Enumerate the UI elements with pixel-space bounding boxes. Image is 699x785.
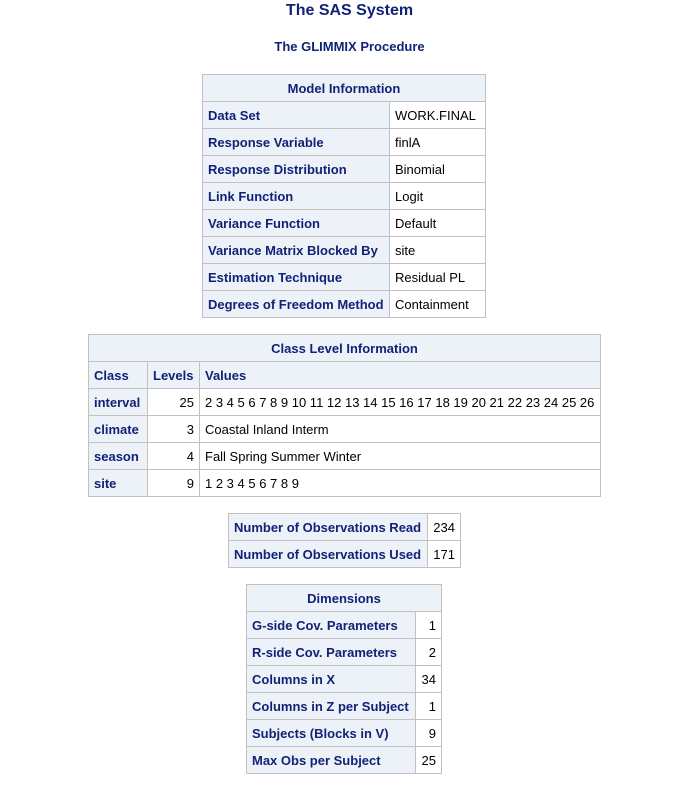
row-label: Response Distribution: [202, 155, 390, 183]
table-caption: Model Information: [202, 74, 486, 102]
row-label: Variance Function: [202, 209, 390, 237]
dimensions-table: Dimensions G-side Cov. Parameters 1 R-si…: [245, 584, 442, 774]
class-name: site: [88, 469, 148, 497]
row-label: Link Function: [202, 182, 390, 210]
table-row: interval 25 2 3 4 5 6 7 8 9 10 11 12 13 …: [88, 388, 601, 416]
table-row: Estimation Technique Residual PL: [202, 263, 486, 291]
table-row: Columns in X 34: [245, 665, 442, 693]
row-value: finlA: [389, 128, 486, 156]
table-row: site 9 1 2 3 4 5 6 7 8 9: [88, 469, 601, 497]
row-label: Number of Observations Used: [227, 540, 429, 568]
procedure-title: The GLIMMIX Procedure: [274, 39, 425, 54]
table-row: Max Obs per Subject 25: [245, 746, 442, 774]
class-name: climate: [88, 415, 148, 443]
row-label: Subjects (Blocks in V): [245, 719, 417, 747]
row-label: Degrees of Freedom Method: [202, 290, 390, 318]
row-label: Variance Matrix Blocked By: [202, 236, 390, 264]
class-name: interval: [88, 388, 148, 416]
table-row: Degrees of Freedom Method Containment: [202, 290, 486, 318]
table-row: Link Function Logit: [202, 182, 486, 210]
table-row: climate 3 Coastal Inland Interm: [88, 415, 601, 443]
row-value: WORK.FINAL: [389, 101, 486, 129]
column-header-levels: Levels: [147, 361, 200, 389]
row-label: R-side Cov. Parameters: [245, 638, 417, 666]
table-row: Variance Function Default: [202, 209, 486, 237]
row-value: site: [389, 236, 486, 264]
table-row: G-side Cov. Parameters 1: [245, 611, 442, 639]
row-label: G-side Cov. Parameters: [245, 611, 417, 639]
class-values: Coastal Inland Interm: [199, 415, 601, 443]
table-caption: Class Level Information: [88, 334, 601, 362]
row-label: Max Obs per Subject: [245, 746, 417, 774]
column-header-values: Values: [199, 361, 601, 389]
row-value: Default: [389, 209, 486, 237]
table-row: R-side Cov. Parameters 2: [245, 638, 442, 666]
model-information-table: Model Information Data Set WORK.FINAL Re…: [202, 74, 486, 318]
table-row: Variance Matrix Blocked By site: [202, 236, 486, 264]
table-row: Subjects (Blocks in V) 9: [245, 719, 442, 747]
row-label: Estimation Technique: [202, 263, 390, 291]
system-title: The SAS System: [285, 2, 414, 19]
class-levels: 3: [147, 415, 200, 443]
column-header-class: Class: [88, 361, 148, 389]
row-label: Data Set: [202, 101, 390, 129]
row-value: Containment: [389, 290, 486, 318]
row-value: Logit: [389, 182, 486, 210]
row-label: Columns in X: [245, 665, 417, 693]
table-row: Columns in Z per Subject 1: [245, 692, 442, 720]
row-value: 171: [427, 540, 461, 568]
row-value: Residual PL: [389, 263, 486, 291]
row-value: 9: [415, 719, 442, 747]
observations-table: Number of Observations Read 234 Number o…: [227, 513, 461, 568]
table-row: Response Variable finlA: [202, 128, 486, 156]
row-label: Response Variable: [202, 128, 390, 156]
row-value: 34: [415, 665, 442, 693]
row-value: 1: [415, 692, 442, 720]
table-caption: Dimensions: [246, 584, 442, 612]
row-label: Number of Observations Read: [227, 513, 429, 541]
class-level-information-table: Class Level Information Class Levels Val…: [88, 334, 601, 497]
class-name: season: [88, 442, 148, 470]
table-row: season 4 Fall Spring Summer Winter: [88, 442, 601, 470]
class-values: 2 3 4 5 6 7 8 9 10 11 12 13 14 15 16 17 …: [199, 388, 601, 416]
class-values: Fall Spring Summer Winter: [199, 442, 601, 470]
table-row: Number of Observations Read 234: [227, 513, 461, 541]
row-value: 1: [415, 611, 442, 639]
row-value: 234: [427, 513, 461, 541]
table-row: Number of Observations Used 171: [227, 540, 461, 568]
table-row: Response Distribution Binomial: [202, 155, 486, 183]
table-row: Data Set WORK.FINAL: [202, 101, 486, 129]
class-levels: 4: [147, 442, 200, 470]
row-value: 25: [415, 746, 442, 774]
class-levels: 25: [147, 388, 200, 416]
row-value: Binomial: [389, 155, 486, 183]
class-levels: 9: [147, 469, 200, 497]
row-label: Columns in Z per Subject: [245, 692, 417, 720]
row-value: 2: [415, 638, 442, 666]
table-header-row: Class Levels Values: [88, 361, 601, 389]
class-values: 1 2 3 4 5 6 7 8 9: [199, 469, 601, 497]
